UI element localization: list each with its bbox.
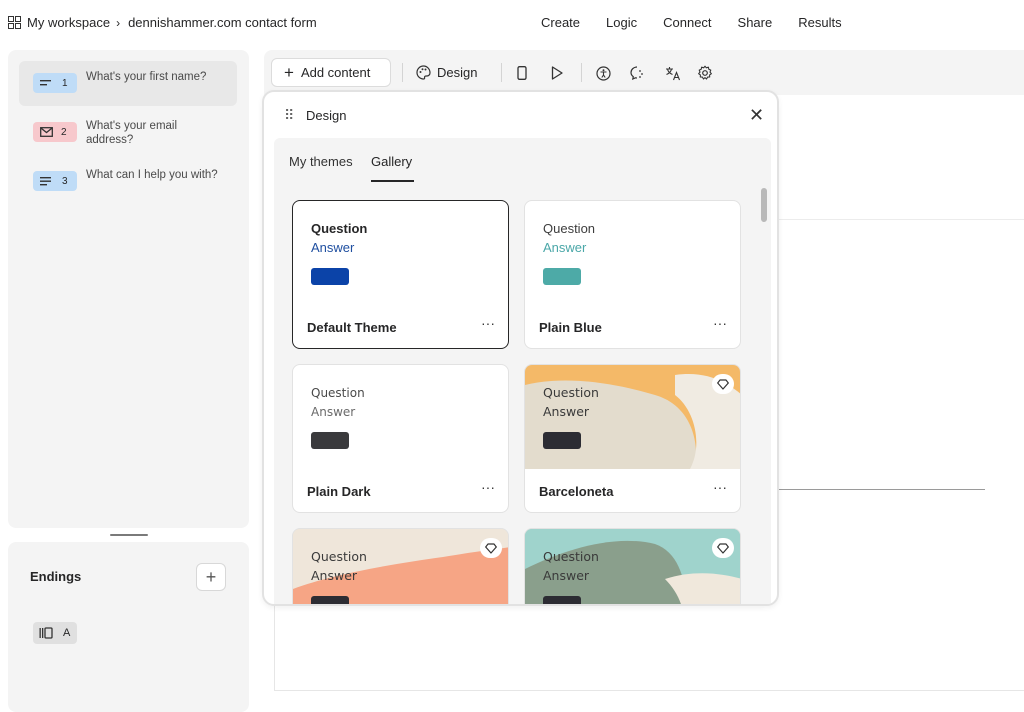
accessibility-icon[interactable] — [594, 64, 612, 82]
plus-icon: + — [284, 63, 294, 82]
play-preview-icon[interactable] — [548, 64, 566, 82]
panel-resize-handle[interactable] — [110, 534, 148, 536]
theme-card-plain-blue[interactable]: Question Answer Plain Blue ··· — [524, 200, 741, 349]
question-type-badge: 2 — [33, 122, 77, 142]
theme-answer-sample: Answer — [543, 240, 587, 255]
theme-answer-sample: Answer — [311, 240, 355, 255]
theme-card-plain-dark[interactable]: Question Answer Plain Dark ··· — [292, 364, 509, 513]
question-list-panel: 1 What's your first name? 2 What's your … — [8, 50, 249, 528]
more-options-icon[interactable]: ··· — [713, 479, 727, 495]
mobile-preview-icon[interactable] — [513, 64, 531, 82]
question-text: What can I help you with? — [86, 169, 218, 181]
translate-icon[interactable] — [664, 64, 682, 82]
palette-icon — [416, 65, 431, 80]
theme-question-sample: Question — [311, 549, 367, 564]
breadcrumb-workspace[interactable]: My workspace — [27, 15, 110, 30]
theme-answer-sample: Answer — [543, 568, 590, 583]
theme-answer-sample: Answer — [543, 404, 590, 419]
top-bar: My workspace › dennishammer.com contact … — [0, 0, 1024, 48]
design-tabs: My themes Gallery — [274, 138, 771, 182]
answer-input-line — [775, 489, 985, 490]
premium-diamond-icon — [712, 538, 734, 558]
theme-card-teal[interactable]: Question Answer — [524, 528, 741, 604]
more-options-icon[interactable]: ··· — [481, 315, 495, 331]
theme-question-sample: Question — [543, 385, 599, 400]
design-label: Design — [437, 65, 478, 80]
question-text: What's your first name? — [86, 71, 207, 83]
tab-my-themes[interactable]: My themes — [289, 154, 353, 169]
theme-question-sample: Question — [543, 221, 596, 236]
ai-assistant-icon[interactable] — [628, 64, 646, 82]
workspace-grid-icon — [8, 16, 21, 29]
question-text: What's your email address? — [86, 120, 178, 146]
ending-letter: A — [63, 627, 71, 639]
ending-item-a[interactable]: A — [33, 622, 77, 644]
theme-button-swatch — [311, 268, 349, 285]
add-ending-button[interactable]: + — [196, 563, 226, 591]
ending-icon — [39, 627, 53, 639]
breadcrumb: My workspace › dennishammer.com contact … — [8, 15, 317, 30]
endings-panel: Endings + A — [8, 542, 249, 712]
theme-button-swatch — [543, 432, 581, 449]
design-panel-title: Design — [306, 108, 347, 123]
tab-connect[interactable]: Connect — [663, 15, 711, 30]
question-number: 1 — [62, 77, 68, 89]
question-item-2[interactable]: 2 What's your email address? — [19, 110, 237, 155]
theme-button-swatch — [543, 268, 581, 285]
question-number: 3 — [62, 175, 68, 187]
theme-question-sample: Question — [543, 549, 599, 564]
breadcrumb-separator: › — [116, 15, 121, 30]
top-nav: Create Logic Connect Share Results — [541, 15, 868, 30]
theme-card-default[interactable]: Question Answer Default Theme ··· — [292, 200, 509, 349]
gallery-scrollbar[interactable] — [761, 188, 767, 222]
editor-toolbar: + Add content Design — [264, 50, 1024, 95]
short-text-icon — [40, 80, 51, 86]
settings-gear-icon[interactable] — [696, 64, 714, 82]
long-text-icon — [40, 177, 51, 186]
tab-logic[interactable]: Logic — [606, 15, 637, 30]
question-item-1[interactable]: 1 What's your first name? — [19, 61, 237, 106]
theme-name: Default Theme — [307, 320, 397, 335]
question-type-badge: 1 — [33, 73, 77, 93]
endings-label: Endings — [30, 569, 82, 584]
theme-question-sample: Question — [311, 386, 365, 400]
theme-name: Plain Blue — [539, 320, 602, 335]
add-content-button[interactable]: + Add content — [271, 58, 391, 87]
question-number: 2 — [61, 126, 67, 138]
add-content-label: Add content — [300, 65, 371, 80]
question-item-3[interactable]: 3 What can I help you with? — [19, 159, 237, 204]
theme-button-swatch — [543, 596, 581, 604]
toolbar-divider — [402, 63, 403, 82]
theme-name: Plain Dark — [307, 484, 371, 499]
tab-results[interactable]: Results — [798, 15, 841, 30]
tab-create[interactable]: Create — [541, 15, 580, 30]
theme-gallery: Question Answer Default Theme ··· Questi… — [274, 182, 771, 604]
close-icon[interactable]: ✕ — [749, 106, 764, 124]
theme-card-coral[interactable]: Question Answer — [292, 528, 509, 604]
premium-diamond-icon — [712, 374, 734, 394]
theme-button-swatch — [311, 432, 349, 449]
more-options-icon[interactable]: ··· — [713, 315, 727, 331]
toolbar-divider — [581, 63, 582, 82]
theme-question-sample: Question — [311, 221, 368, 236]
premium-diamond-icon — [480, 538, 502, 558]
toolbar-divider — [501, 63, 502, 82]
design-button[interactable]: Design — [416, 58, 477, 87]
envelope-icon — [40, 127, 53, 137]
design-panel-header: ⠿ Design ✕ — [264, 92, 777, 138]
more-options-icon[interactable]: ··· — [481, 479, 495, 495]
theme-button-swatch — [311, 596, 349, 604]
theme-card-barceloneta[interactable]: Question Answer Barceloneta ··· — [524, 364, 741, 513]
drag-handle-icon[interactable]: ⠿ — [284, 107, 294, 124]
theme-answer-sample: Answer — [311, 568, 358, 583]
theme-name: Barceloneta — [539, 484, 614, 499]
design-panel: ⠿ Design ✕ My themes Gallery Question An… — [262, 90, 779, 606]
theme-answer-sample: Answer — [311, 405, 356, 419]
question-type-badge: 3 — [33, 171, 77, 191]
breadcrumb-form-name[interactable]: dennishammer.com contact form — [128, 15, 317, 30]
tab-gallery[interactable]: Gallery — [371, 154, 412, 169]
tab-share[interactable]: Share — [738, 15, 773, 30]
